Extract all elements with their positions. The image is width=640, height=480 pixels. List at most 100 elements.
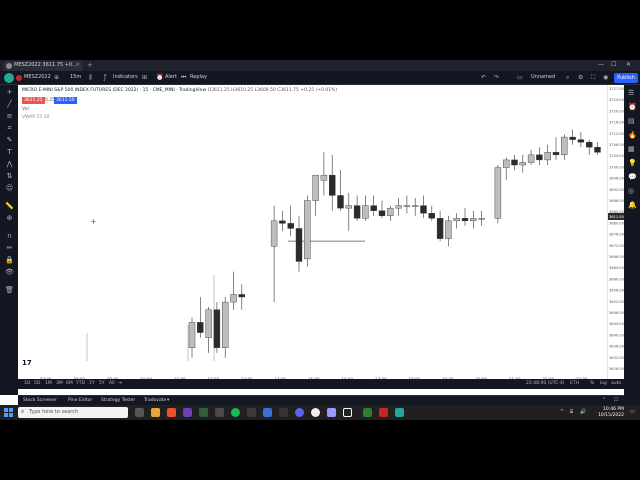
magnet-icon[interactable]: ∩: [5, 232, 14, 240]
crosshair-icon[interactable]: +: [5, 88, 14, 96]
chart-clock[interactable]: 22:48:00 (UTC-4): [526, 381, 565, 386]
network-icon[interactable]: ⌸: [570, 409, 573, 415]
percent-scale-button[interactable]: %: [590, 381, 594, 386]
quick-search-icon[interactable]: ⌕: [566, 74, 569, 82]
candle-body[interactable]: [230, 294, 237, 303]
premiere-icon[interactable]: [327, 408, 336, 417]
redo-icon[interactable]: ↷: [494, 74, 499, 81]
tab-pine-editor[interactable]: Pine Editor: [68, 398, 92, 403]
candle-body[interactable]: [445, 220, 452, 239]
compare-plus-icon[interactable]: ⊕: [54, 74, 59, 81]
zoom-in-icon[interactable]: ⊕: [5, 214, 14, 222]
price-chart[interactable]: +17: [18, 85, 607, 369]
chat-icon[interactable]: 💬: [628, 173, 637, 181]
candle-body[interactable]: [345, 205, 352, 209]
maximize-panel-icon[interactable]: ☐: [614, 398, 618, 403]
fib-icon[interactable]: ≡: [5, 112, 14, 120]
range-ytd[interactable]: YTD: [76, 381, 85, 386]
new-tab-icon[interactable]: +: [87, 61, 93, 69]
close-tab-icon[interactable]: ✕: [76, 62, 80, 68]
candle-body[interactable]: [511, 159, 518, 166]
candle-body[interactable]: [544, 152, 551, 161]
pattern-icon[interactable]: ⌗: [5, 124, 14, 133]
discord-icon[interactable]: [295, 408, 304, 417]
layout-icon[interactable]: ▭: [517, 74, 523, 81]
candle-body[interactable]: [552, 152, 560, 156]
range-all[interactable]: All: [109, 381, 115, 386]
range-5d[interactable]: 5D: [34, 381, 40, 386]
app-icon-7[interactable]: [363, 408, 372, 417]
ruler-icon[interactable]: 📏: [5, 202, 14, 210]
candle-body[interactable]: [577, 139, 585, 143]
candle-body[interactable]: [569, 136, 576, 140]
candle-body[interactable]: [287, 223, 294, 229]
ideas-icon[interactable]: 💡: [628, 159, 637, 167]
range-1m[interactable]: 1M: [45, 381, 52, 386]
candle-body[interactable]: [378, 210, 386, 216]
tab-stock-screener[interactable]: Stock Screener: [23, 398, 57, 403]
candle-body[interactable]: [461, 218, 469, 222]
interval-button[interactable]: 15m: [70, 74, 81, 80]
candle-body[interactable]: [536, 154, 543, 161]
collapse-panel-icon[interactable]: ⌃: [602, 398, 606, 403]
candle-body[interactable]: [420, 205, 427, 214]
app-icon-4[interactable]: [247, 408, 256, 417]
data-window-icon[interactable]: ▤: [628, 117, 635, 125]
candle-body[interactable]: [519, 162, 526, 166]
candle-body[interactable]: [188, 322, 196, 348]
templates-icon[interactable]: ⊞: [142, 74, 147, 81]
candle-body[interactable]: [586, 141, 593, 148]
candle-body[interactable]: [295, 228, 303, 262]
file-explorer-icon[interactable]: [151, 408, 160, 417]
chevron-down-icon[interactable]: ▾: [167, 398, 169, 403]
maximize-icon[interactable]: ☐: [611, 61, 616, 68]
candle-body[interactable]: [453, 218, 460, 222]
fullscreen-icon[interactable]: ⛶: [591, 74, 595, 82]
app-icon-8[interactable]: [379, 408, 388, 417]
range-5y[interactable]: 5Y: [99, 381, 105, 386]
notification-center-icon[interactable]: ▭: [630, 409, 635, 415]
symbol-search-button[interactable]: MESZ2022: [24, 74, 51, 80]
taskbar-search-box[interactable]: ⌕ Type here to search: [18, 407, 128, 418]
candle-body[interactable]: [370, 205, 377, 211]
candle-body[interactable]: [436, 218, 444, 239]
candle-body[interactable]: [205, 309, 212, 338]
tradingview-logo-icon[interactable]: 17: [22, 359, 32, 367]
calendar-icon[interactable]: ▦: [628, 145, 635, 153]
sell-price-button[interactable]: 3611.25: [22, 97, 45, 104]
candle-body[interactable]: [362, 205, 369, 219]
log-scale-button[interactable]: log: [600, 381, 607, 386]
tab-strategy-tester[interactable]: Strategy Tester: [101, 398, 135, 403]
close-window-icon[interactable]: ✕: [626, 61, 631, 68]
undo-icon[interactable]: ↶: [481, 74, 486, 81]
alerts-clock-icon[interactable]: ⏰: [628, 103, 637, 111]
candle-body[interactable]: [279, 220, 286, 224]
volume-legend[interactable]: Vol: [22, 107, 29, 112]
notifications-icon[interactable]: 🔔: [628, 201, 637, 209]
watchlist-icon[interactable]: ☰: [628, 89, 634, 97]
taskbar-clock[interactable]: 10:46 PM 10/15/2022: [598, 407, 624, 418]
candle-body[interactable]: [213, 309, 221, 348]
candle-body[interactable]: [470, 218, 477, 222]
bar-style-icon[interactable]: ⫼: [89, 74, 92, 82]
settings-gear-icon[interactable]: ⚙: [578, 74, 583, 81]
buy-price-button[interactable]: 3611.50: [54, 97, 77, 104]
app-icon-1[interactable]: [183, 408, 192, 417]
brush-icon[interactable]: ✎: [5, 136, 14, 144]
chart-pane[interactable]: +17: [18, 85, 607, 379]
candle-body[interactable]: [221, 301, 229, 348]
app-icon-9[interactable]: [395, 408, 404, 417]
auto-scale-button[interactable]: auto: [611, 381, 621, 386]
candle-body[interactable]: [428, 213, 435, 219]
candle-body[interactable]: [329, 174, 336, 196]
browser-tab[interactable]: MESZ2022 3611.75 +0... ✕: [3, 61, 83, 71]
range-6m[interactable]: 6M: [66, 381, 73, 386]
candle-body[interactable]: [312, 174, 319, 201]
candle-body[interactable]: [403, 205, 411, 207]
range-3m[interactable]: 3M: [56, 381, 63, 386]
pattern-tool-icon[interactable]: ⋀: [5, 160, 14, 168]
tradingview-taskbar-icon[interactable]: [343, 408, 352, 417]
session-button[interactable]: ETH: [570, 381, 579, 386]
hide-icon[interactable]: 👁: [5, 268, 14, 276]
candle-body[interactable]: [395, 205, 402, 209]
